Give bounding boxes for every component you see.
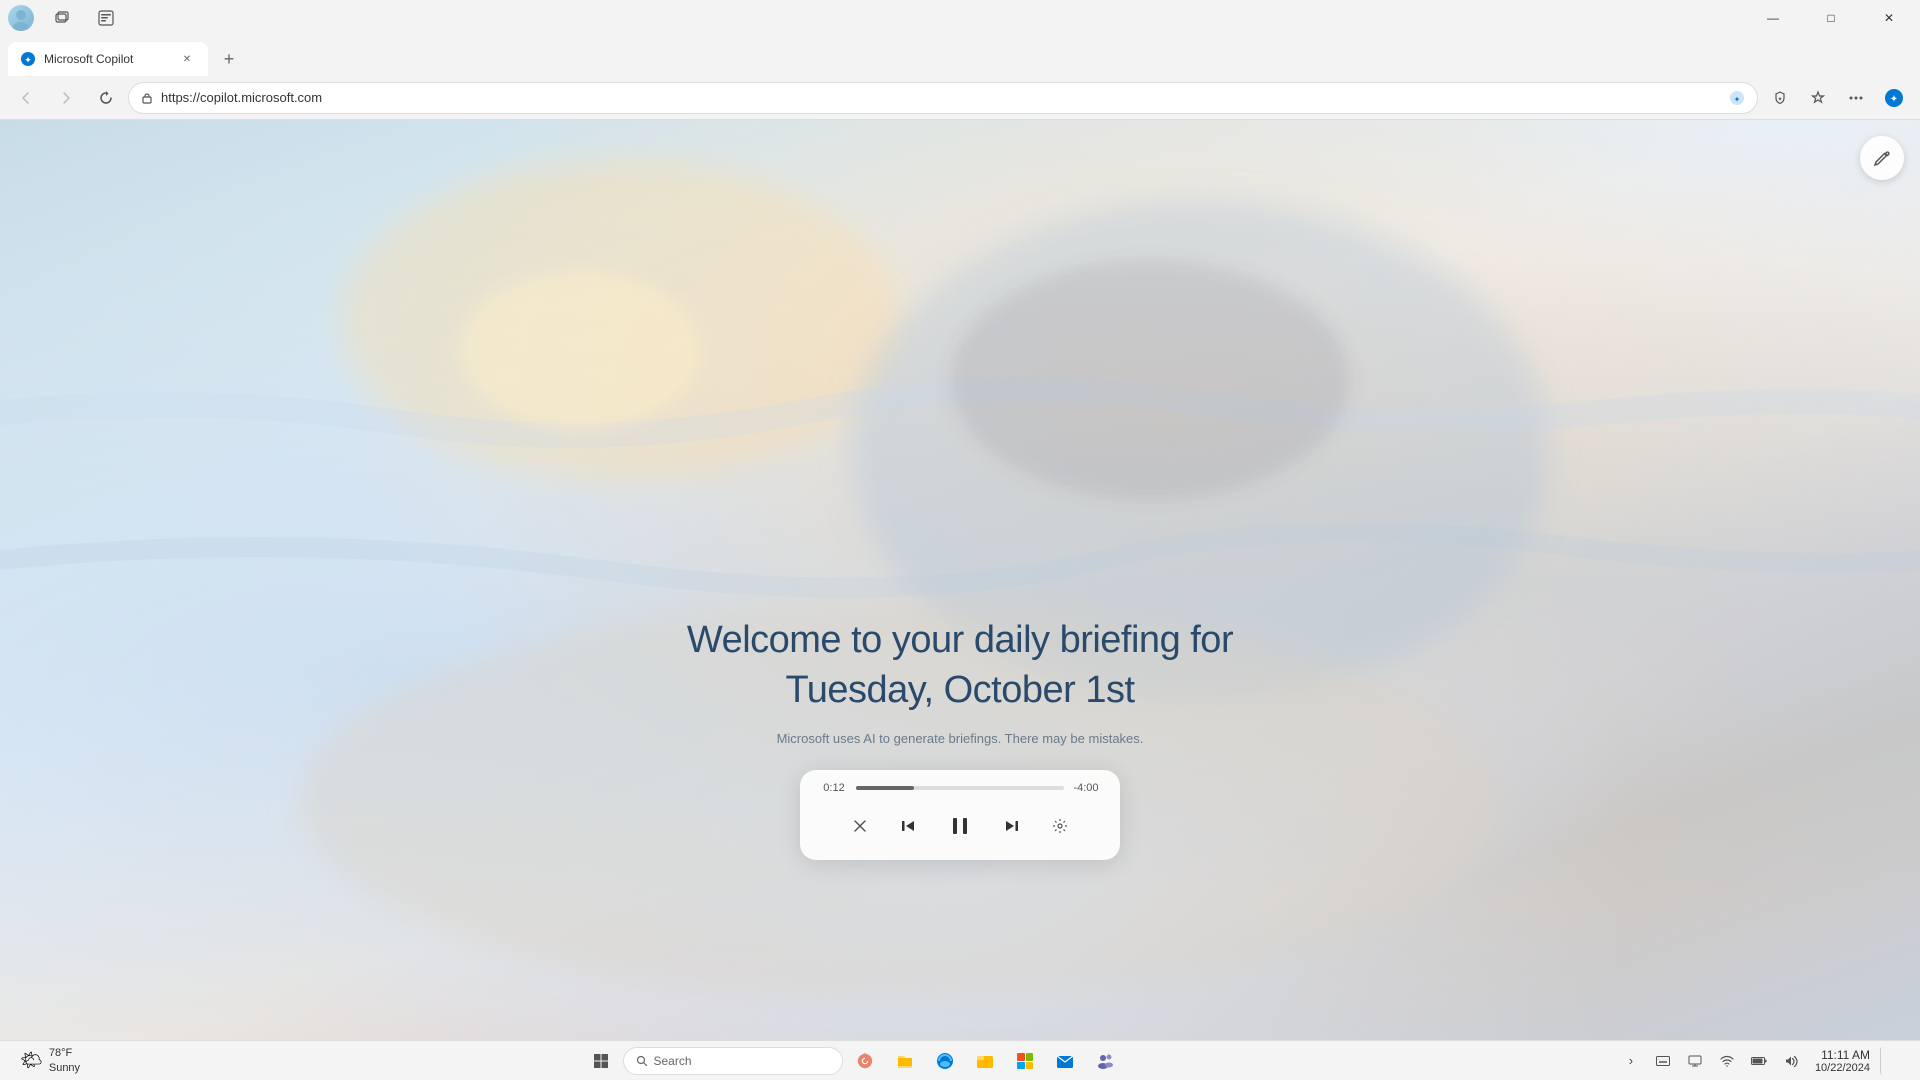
content-center: Welcome to your daily briefing for Tuesd… xyxy=(610,616,1310,860)
progress-row: 0:12 -4:00 xyxy=(820,782,1100,794)
nav-bar: https://copilot.microsoft.com ✦ ✦ xyxy=(0,76,1920,120)
welcome-line1: Welcome to your daily briefing for xyxy=(687,619,1233,661)
clock-area[interactable]: 11:11 AM 10/22/2024 xyxy=(1809,1048,1876,1074)
taskbar: 🌤 78°F Sunny Search xyxy=(0,1040,1920,1080)
sys-tray: › xyxy=(1617,1047,1805,1075)
mail-icon xyxy=(1056,1052,1074,1070)
svg-text:✦: ✦ xyxy=(1734,95,1741,104)
user-avatar[interactable] xyxy=(8,5,34,31)
history-icon[interactable] xyxy=(90,1,122,35)
edit-button[interactable] xyxy=(1860,136,1904,180)
tab-bar: ✦ Microsoft Copilot ✕ + xyxy=(0,36,1920,76)
widgets-icon xyxy=(856,1052,874,1070)
edge-button[interactable] xyxy=(927,1043,963,1079)
svg-text:✦: ✦ xyxy=(24,55,32,65)
taskbar-right: › xyxy=(1617,1047,1920,1075)
search-bar[interactable]: Search xyxy=(623,1047,843,1075)
copilot-icon-address: ✦ xyxy=(1729,90,1745,106)
active-tab[interactable]: ✦ Microsoft Copilot ✕ xyxy=(8,42,208,76)
tray-display-button[interactable] xyxy=(1681,1047,1709,1075)
weather-text: 78°F Sunny xyxy=(49,1046,80,1075)
tray-wifi-button[interactable] xyxy=(1713,1047,1741,1075)
favorites-button[interactable] xyxy=(1800,80,1836,116)
refresh-button[interactable] xyxy=(88,80,124,116)
mail-button[interactable] xyxy=(1047,1043,1083,1079)
widgets-button[interactable] xyxy=(847,1043,883,1079)
store-button[interactable] xyxy=(1007,1043,1043,1079)
temperature: 78°F xyxy=(49,1046,80,1060)
previous-button[interactable] xyxy=(890,808,926,844)
nav-right: ✦ ✦ xyxy=(1762,80,1912,116)
welcome-title: Welcome to your daily briefing for Tuesd… xyxy=(610,616,1310,715)
explorer-icon xyxy=(976,1052,994,1070)
tab-title: Microsoft Copilot xyxy=(44,52,170,66)
taskbar-left: 🌤 78°F Sunny xyxy=(0,1046,88,1075)
tray-battery-button[interactable] xyxy=(1745,1047,1773,1075)
progress-fill xyxy=(856,786,914,790)
show-desktop-button[interactable]: │ xyxy=(1880,1047,1908,1075)
taskbar-center: Search xyxy=(88,1043,1617,1079)
window-controls: — □ ✕ xyxy=(1750,0,1912,36)
tray-speaker-button[interactable] xyxy=(1777,1047,1805,1075)
condition: Sunny xyxy=(49,1061,80,1075)
weather-icon: 🌤 xyxy=(20,1050,43,1071)
progress-bar[interactable] xyxy=(856,786,1064,790)
tab-manager-icon[interactable] xyxy=(46,1,78,35)
file-explorer-icon xyxy=(896,1052,914,1070)
clock-date: 10/22/2024 xyxy=(1815,1062,1870,1074)
tab-favicon: ✦ xyxy=(20,51,36,67)
settings-button[interactable] xyxy=(1042,808,1078,844)
ai-disclaimer: Microsoft uses AI to generate briefings.… xyxy=(610,731,1310,746)
play-pause-button[interactable] xyxy=(938,804,982,848)
main-content: Welcome to your daily briefing for Tuesd… xyxy=(0,120,1920,1040)
url-text: https://copilot.microsoft.com xyxy=(161,90,1721,105)
title-bar: — □ ✕ xyxy=(0,0,1920,36)
edge-copilot-button[interactable]: ✦ xyxy=(1876,80,1912,116)
svg-text:✦: ✦ xyxy=(1777,96,1782,103)
new-tab-button[interactable]: + xyxy=(212,42,246,76)
file-explorer-button[interactable] xyxy=(887,1043,923,1079)
tab-close-button[interactable]: ✕ xyxy=(178,50,196,68)
address-bar[interactable]: https://copilot.microsoft.com ✦ xyxy=(128,82,1758,114)
controls-row xyxy=(820,804,1100,848)
maximize-button[interactable]: □ xyxy=(1808,0,1854,36)
svg-text:✦: ✦ xyxy=(1890,94,1898,105)
lock-icon xyxy=(141,92,153,104)
close-button[interactable]: ✕ xyxy=(1866,0,1912,36)
minimize-button[interactable]: — xyxy=(1750,0,1796,36)
teams-icon xyxy=(1096,1052,1114,1070)
search-icon xyxy=(636,1055,648,1067)
welcome-line2: Tuesday, October 1st xyxy=(785,669,1134,711)
weather-info[interactable]: 🌤 78°F Sunny xyxy=(12,1046,88,1075)
close-player-button[interactable] xyxy=(842,808,878,844)
tray-chevron-button[interactable]: › xyxy=(1617,1047,1645,1075)
remaining-time: -4:00 xyxy=(1072,782,1100,794)
clock-time: 11:11 AM xyxy=(1821,1048,1870,1062)
audio-player: 0:12 -4:00 xyxy=(800,770,1120,860)
teams-button[interactable] xyxy=(1087,1043,1123,1079)
forward-button[interactable] xyxy=(48,80,84,116)
browser-chrome: — □ ✕ ✦ Microsoft Copilot ✕ + xyxy=(0,0,1920,120)
start-button[interactable] xyxy=(583,1043,619,1079)
tray-keyboard-button[interactable] xyxy=(1649,1047,1677,1075)
current-time: 0:12 xyxy=(820,782,848,794)
next-button[interactable] xyxy=(994,808,1030,844)
search-text: Search xyxy=(654,1054,692,1068)
more-button[interactable] xyxy=(1838,80,1874,116)
store-icon xyxy=(1016,1052,1034,1070)
edge-icon xyxy=(936,1052,954,1070)
extensions-button[interactable]: ✦ xyxy=(1762,80,1798,116)
back-button[interactable] xyxy=(8,80,44,116)
explorer-button[interactable] xyxy=(967,1043,1003,1079)
wave-overlay xyxy=(0,120,1920,1040)
